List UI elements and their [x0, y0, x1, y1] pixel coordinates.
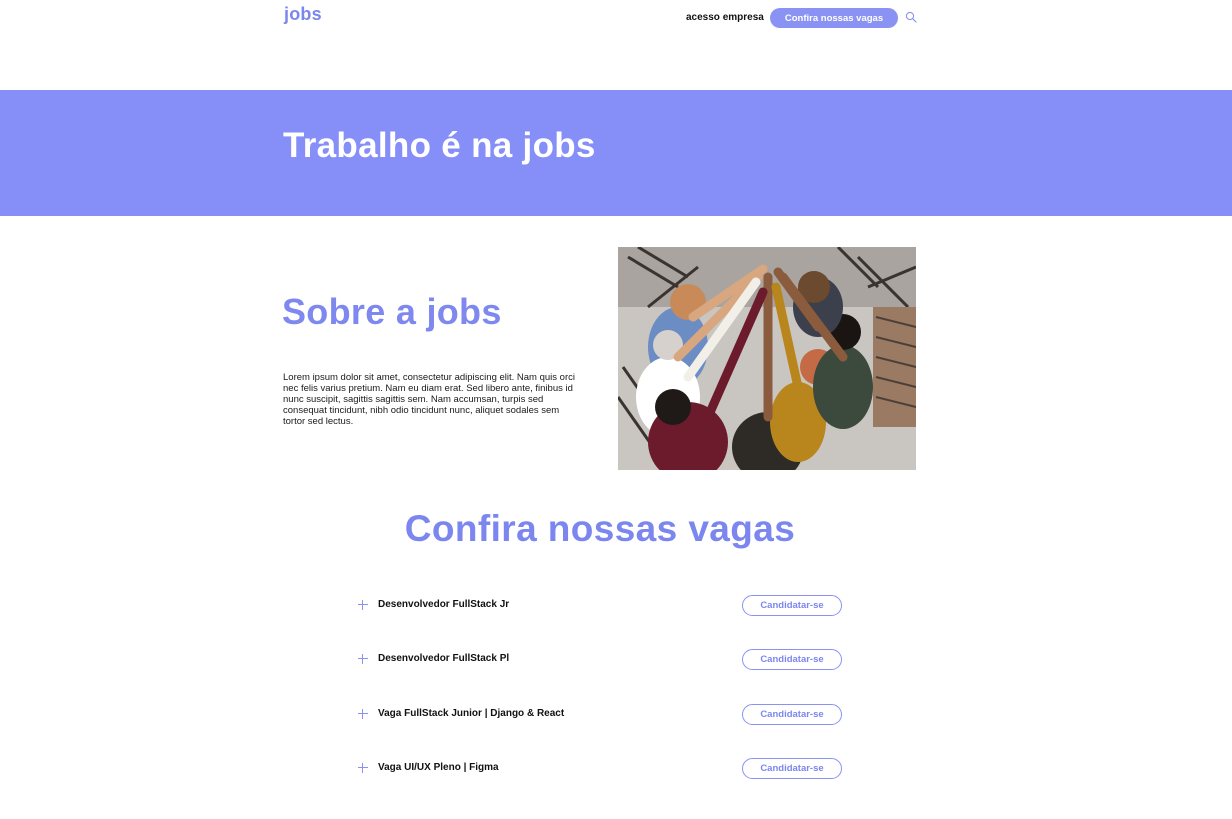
expand-plus-icon[interactable] — [358, 763, 368, 773]
job-item: Vaga FullStack Junior | Django & React C… — [358, 704, 842, 726]
view-jobs-button[interactable]: Confira nossas vagas — [770, 8, 898, 28]
about-text: Lorem ipsum dolor sit amet, consectetur … — [283, 372, 575, 427]
jobs-section-title: Confira nossas vagas — [404, 508, 796, 549]
logo[interactable]: jobs — [284, 4, 322, 25]
apply-button[interactable]: Candidatar-se — [742, 704, 842, 725]
site-header: jobs acesso empresa Confira nossas vagas — [0, 0, 1232, 90]
job-title[interactable]: Vaga FullStack Junior | Django & React — [378, 708, 564, 719]
job-title[interactable]: Vaga UI/UX Pleno | Figma — [378, 762, 499, 773]
job-title[interactable]: Desenvolvedor FullStack Jr — [378, 599, 509, 610]
apply-button[interactable]: Candidatar-se — [742, 649, 842, 670]
job-item: Vaga UI/UX Pleno | Figma Candidatar-se — [358, 758, 842, 780]
hero-title: Trabalho é na jobs — [283, 126, 596, 165]
expand-plus-icon[interactable] — [358, 654, 368, 664]
hero-banner: Trabalho é na jobs — [0, 90, 1232, 216]
apply-button[interactable]: Candidatar-se — [742, 595, 842, 616]
company-access-link[interactable]: acesso empresa — [686, 12, 764, 23]
team-photo — [618, 247, 916, 470]
search-icon[interactable] — [905, 11, 917, 23]
job-item: Desenvolvedor FullStack Jr Candidatar-se — [358, 595, 842, 617]
expand-plus-icon[interactable] — [358, 600, 368, 610]
apply-button[interactable]: Candidatar-se — [742, 758, 842, 779]
job-title[interactable]: Desenvolvedor FullStack Pl — [378, 653, 509, 664]
job-item: Desenvolvedor FullStack Pl Candidatar-se — [358, 649, 842, 671]
about-title: Sobre a jobs — [282, 291, 502, 332]
expand-plus-icon[interactable] — [358, 709, 368, 719]
